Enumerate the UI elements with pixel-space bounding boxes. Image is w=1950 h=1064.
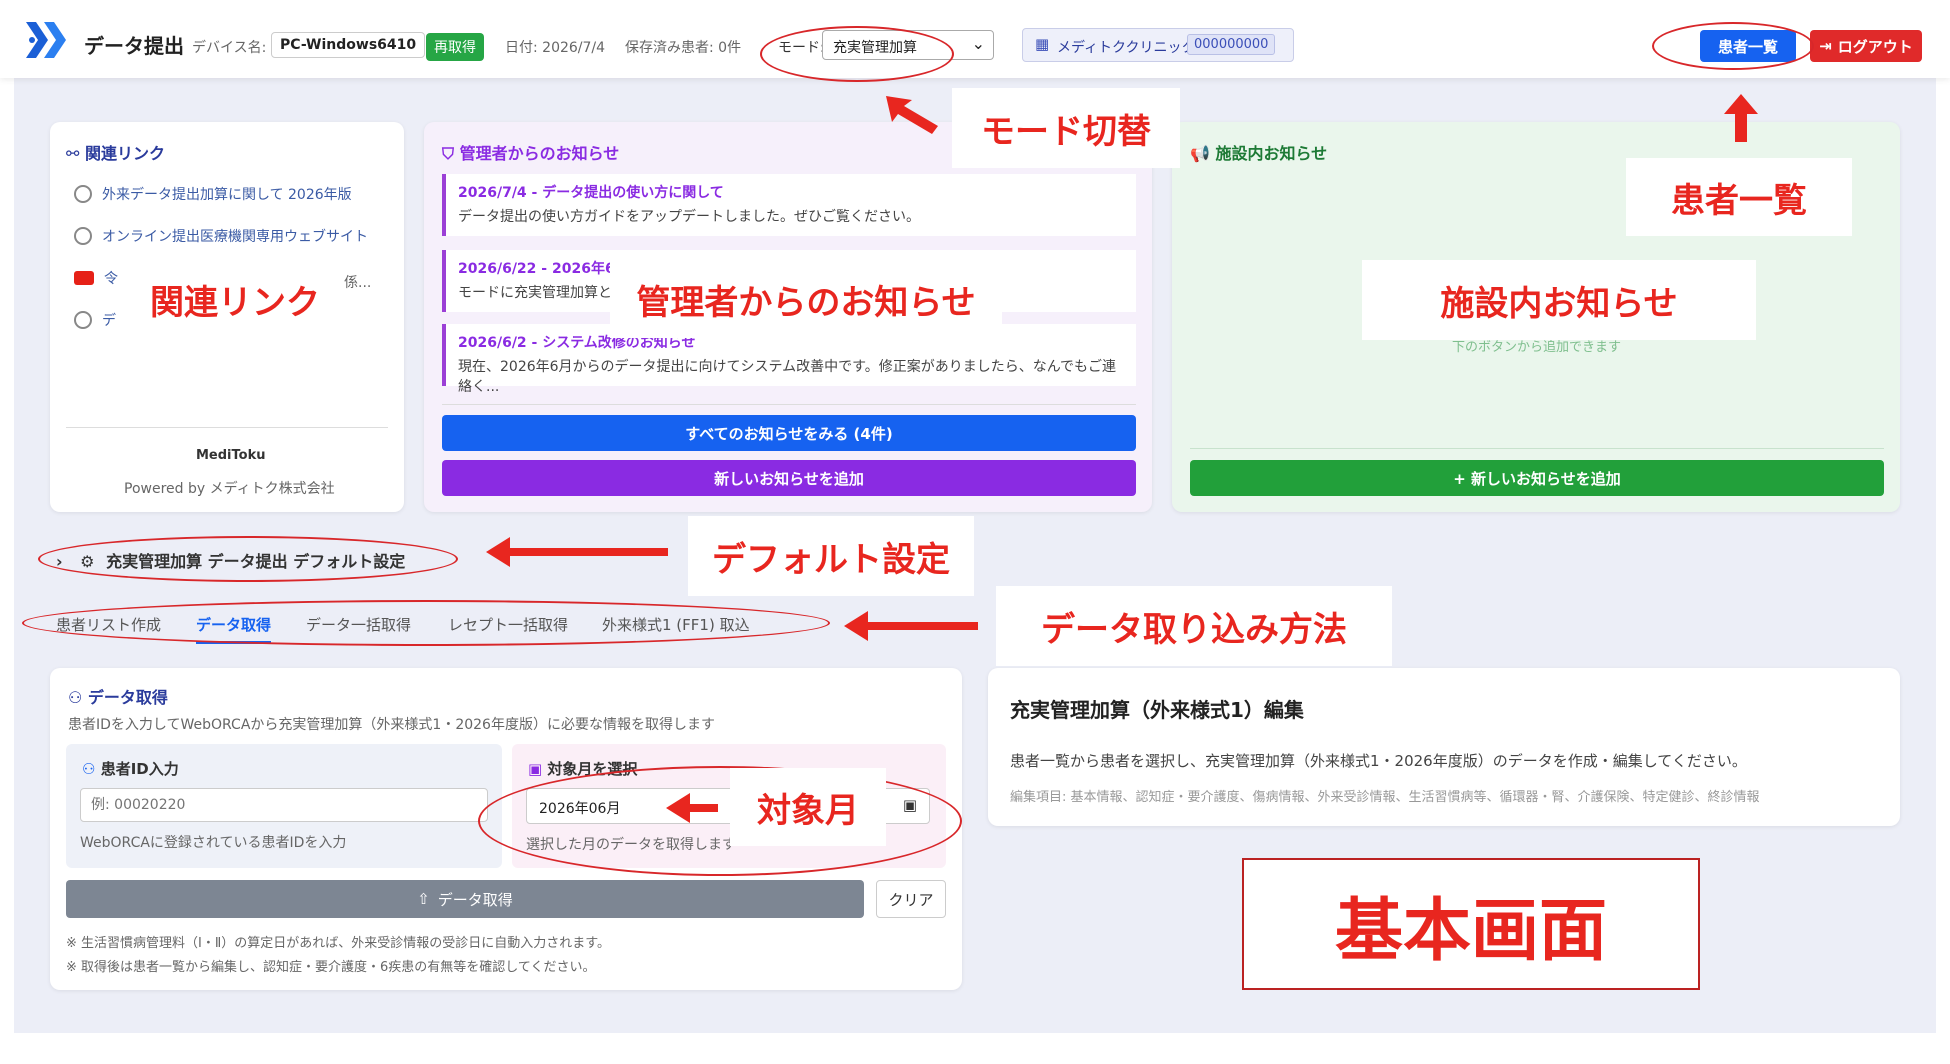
patient-list-ellipse <box>1652 22 1814 70</box>
related-links-title: ⚯ 関連リンク <box>66 144 165 163</box>
note-1: ※ 生活習慣病管理料（Ⅰ・Ⅱ）の算定日があれば、外来受診情報の受診日に自動入力さ… <box>66 936 610 951</box>
related-link-item[interactable]: 外来データ提出加算に関して 2026年版 <box>74 184 352 204</box>
admin-notices-title: ⛉ 管理者からのお知らせ <box>442 144 620 163</box>
app-title: データ提出 <box>84 34 184 58</box>
annotation-basic-screen: 基本画面 <box>1242 858 1700 990</box>
data-fetch-description: 患者IDを入力してWebORCAから充実管理加算（外来様式1・2026年度版）に… <box>68 717 715 733</box>
shield-icon: ⛉ <box>442 144 455 163</box>
annotation-target-month: 対象月 <box>730 768 886 846</box>
notice-body: 現在、2026年6月からのデータ提出に向けてシステム改善中です。修正案がありまし… <box>458 359 1117 395</box>
globe-icon <box>74 227 92 245</box>
divider <box>1190 448 1884 449</box>
powered-by: Powered by メディトク株式会社 <box>124 481 335 497</box>
add-facility-notice-button[interactable]: + 新しいお知らせを追加 <box>1190 460 1884 496</box>
patient-id-input[interactable] <box>80 788 488 822</box>
logout-icon: ⇥ <box>1819 37 1832 55</box>
patient-id-label: ⚇ 患者ID入力 <box>82 760 179 778</box>
user-icon: ⚇ <box>68 688 83 707</box>
globe-icon <box>74 185 92 203</box>
megaphone-icon: 📢 <box>1190 144 1210 163</box>
divider <box>442 404 1136 405</box>
reacquire-button[interactable]: 再取得 <box>426 33 484 61</box>
meditoku-logo: MediToku <box>196 448 266 463</box>
device-label: デバイス名: <box>192 40 267 56</box>
annotation-admin-notices: 管理者からのお知らせ <box>610 260 1002 338</box>
user-icon: ⚇ <box>82 760 96 778</box>
date-text: 日付: 2026/7/4 <box>505 40 606 56</box>
device-name: PC-Windows6410 <box>271 32 426 58</box>
related-link-item[interactable]: 令 <box>74 268 118 288</box>
annotation-import-method: データ取り込み方法 <box>996 586 1392 666</box>
related-link-item[interactable]: デ <box>74 310 116 330</box>
admin-notice-item[interactable]: 2026/7/4 - データ提出の使い方に関して データ提出の使い方ガイドをアッ… <box>442 174 1136 236</box>
fetch-data-button[interactable]: ⇧ データ取得 <box>66 880 864 918</box>
notice-body: データ提出の使い方ガイドをアップデートしました。ぜひご覧ください。 <box>458 209 920 225</box>
add-admin-notice-button[interactable]: 新しいお知らせを追加 <box>442 460 1136 496</box>
chevron-down-icon: ⌄ <box>971 34 985 53</box>
arrow-target-month-icon <box>666 793 718 823</box>
clear-button[interactable]: クリア <box>876 880 946 918</box>
annotation-default-settings: デフォルト設定 <box>688 516 974 596</box>
logout-button[interactable]: ⇥ ログアウト <box>1810 30 1922 62</box>
edit-panel-items: 編集項目: 基本情報、認知症・要介護度、傷病情報、外来受診情報、生活習慣病等、循… <box>1010 790 1760 805</box>
app-logo-icon <box>26 22 66 58</box>
link-icon: ⚯ <box>66 144 80 163</box>
fetch-data-label: データ取得 <box>437 890 513 909</box>
logout-label: ログアウト <box>1837 37 1913 56</box>
annotation-related-links: 関連リンク <box>132 260 338 338</box>
note-2: ※ 取得後は患者一覧から編集し、認知症・要介護度・6疾患の有無等を確認してくださ… <box>66 960 596 975</box>
related-link-item[interactable]: オンライン提出医療機関専用ウェブサイト <box>74 226 368 246</box>
youtube-icon <box>74 271 94 285</box>
view-all-notices-button[interactable]: すべてのお知らせをみる (4件) <box>442 415 1136 451</box>
data-fetch-title: ⚇ データ取得 <box>68 688 168 707</box>
building-icon: ▦ <box>1035 35 1050 53</box>
related-link-suffix: 係... <box>344 275 372 291</box>
mode-switch-ellipse <box>760 26 954 82</box>
clinic-name: メディトククリニック <box>1057 40 1196 56</box>
notice-title: 2026/7/4 - データ提出の使い方に関して <box>458 185 724 201</box>
arrow-import-method-icon <box>844 611 978 641</box>
annotation-mode-switch: モード切替 <box>952 88 1180 168</box>
default-settings-ellipse <box>38 536 458 582</box>
clinic-code: 000000000 <box>1187 34 1276 55</box>
annotation-patient-list: 患者一覧 <box>1626 158 1852 236</box>
arrow-patient-list-icon <box>1724 94 1758 142</box>
arrow-mode-switch-icon <box>886 96 938 134</box>
calendar-icon: ▣ <box>528 760 543 778</box>
arrow-default-settings-icon <box>486 537 668 567</box>
globe-icon <box>74 311 92 329</box>
tabs-ellipse <box>22 600 830 646</box>
saved-patients-text: 保存済み患者: 0件 <box>625 40 742 56</box>
facility-notices-title: 📢 施設内お知らせ <box>1190 144 1328 163</box>
divider <box>66 427 388 428</box>
upload-icon: ⇧ <box>417 890 430 908</box>
patient-id-hint: WebORCAに登録されている患者IDを入力 <box>80 835 347 851</box>
target-month-ellipse <box>478 766 962 876</box>
edit-panel-title: 充実管理加算（外来様式1）編集 <box>1010 698 1304 722</box>
annotation-facility-notices: 施設内お知らせ <box>1362 260 1756 340</box>
edit-panel-description: 患者一覧から患者を選択し、充実管理加算（外来様式1・2026年度版）のデータを作… <box>1010 752 1747 770</box>
clinic-badge: ▦ メディトククリニック 000000000 <box>1022 28 1294 62</box>
